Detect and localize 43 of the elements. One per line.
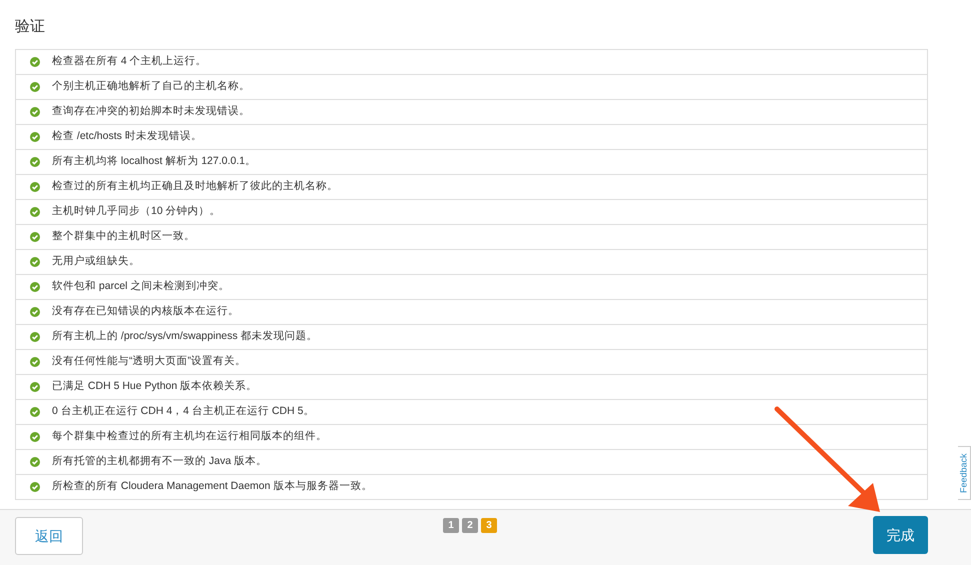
feedback-tab[interactable]: Feedback <box>958 446 971 500</box>
check-message: 所检查的所有 Cloudera Management Daemon 版本与服务器一致。 <box>52 479 372 494</box>
check-icon <box>30 382 40 392</box>
check-icon <box>30 82 40 92</box>
check-message: 0 台主机正在运行 CDH 4，4 台主机正在运行 CDH 5。 <box>52 404 314 420</box>
check-icon <box>30 132 40 142</box>
check-message: 软件包和 parcel 之间未检测到冲突。 <box>52 279 230 294</box>
page-button[interactable]: 3 <box>481 518 497 533</box>
check-message: 无用户或组缺失。 <box>52 254 140 270</box>
check-message: 主机时钟几乎同步（10 分钟内）。 <box>52 204 221 220</box>
check-message: 所有主机上的 /proc/sys/vm/swappiness 都未发现问题。 <box>52 329 318 344</box>
page-button[interactable]: 2 <box>462 518 478 533</box>
check-message: 整个群集中的主机时区一致。 <box>52 229 195 244</box>
check-icon <box>30 407 40 417</box>
check-icon <box>30 207 40 217</box>
check-icon <box>30 57 40 67</box>
back-button[interactable]: 返回 <box>15 517 83 555</box>
check-message: 检查 /etc/hosts 时未发现错误。 <box>52 129 202 144</box>
check-message: 检查过的所有主机均正确且及时地解析了彼此的主机名称。 <box>52 179 338 194</box>
check-message: 个别主机正确地解析了自己的主机名称。 <box>52 79 250 94</box>
finish-button[interactable]: 完成 <box>873 516 928 554</box>
check-icon <box>30 432 40 442</box>
check-message: 查询存在冲突的初始脚本时未发现错误。 <box>52 104 250 120</box>
check-message: 所有托管的主机都拥有不一致的 Java 版本。 <box>52 454 268 470</box>
check-icon <box>30 232 40 242</box>
check-message: 每个群集中检查过的所有主机均在运行相同版本的组件。 <box>52 429 327 444</box>
check-message: 所有主机均将 localhost 解析为 127.0.0.1。 <box>52 154 256 170</box>
check-icon <box>30 307 40 317</box>
check-message: 没有任何性能与“透明大页面”设置有关。 <box>52 354 246 370</box>
check-message: 没有存在已知错误的内核版本在运行。 <box>52 304 239 320</box>
check-icon <box>30 482 40 492</box>
check-icon <box>30 457 40 467</box>
check-icon <box>30 182 40 192</box>
check-icon <box>30 282 40 292</box>
section-heading: 验证 <box>15 17 46 37</box>
check-icon <box>30 257 40 267</box>
page-button[interactable]: 1 <box>443 518 459 533</box>
check-message: 已满足 CDH 5 Hue Python 版本依赖关系。 <box>52 379 258 394</box>
check-icon <box>30 357 40 367</box>
check-icon <box>30 157 40 167</box>
check-icon <box>30 107 40 117</box>
check-message: 检查器在所有 4 个主机上运行。 <box>52 54 207 70</box>
check-icon <box>30 332 40 342</box>
